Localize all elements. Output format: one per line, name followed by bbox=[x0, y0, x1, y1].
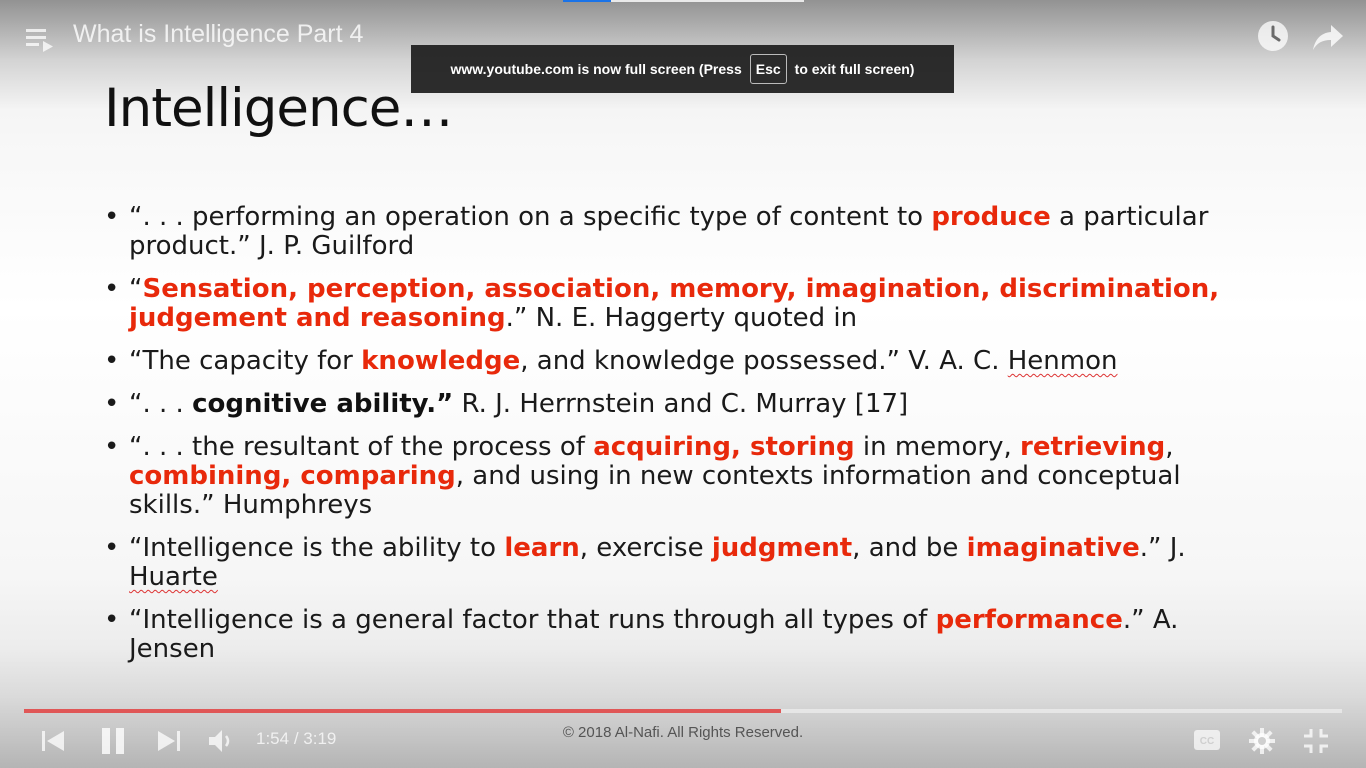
quote-text: “. . . the resultant of the process of bbox=[129, 432, 594, 462]
definitions-list: • “. . . performing an operation on a sp… bbox=[98, 203, 1238, 678]
captions-icon[interactable]: CC bbox=[1193, 729, 1221, 751]
fullscreen-notice: www.youtube.com is now full screen (Pres… bbox=[411, 45, 954, 93]
time-separator: / bbox=[293, 729, 299, 748]
gear-icon[interactable] bbox=[1248, 727, 1276, 755]
volume-icon[interactable] bbox=[207, 727, 237, 755]
time-current: 1:54 bbox=[256, 729, 290, 748]
time-total: 3:19 bbox=[303, 729, 337, 748]
quote-text: “The capacity for bbox=[129, 346, 362, 376]
highlight-term: learn bbox=[504, 533, 580, 563]
quote-text: , exercise bbox=[579, 533, 712, 563]
quote-text: .” N. E. Haggerty quoted in bbox=[505, 303, 858, 333]
page-loading-bar bbox=[563, 0, 804, 2]
bullet-glyph: • bbox=[104, 605, 120, 635]
bullet-glyph: • bbox=[104, 389, 120, 419]
slide-title: Intelligence… bbox=[104, 78, 453, 139]
fullscreen-notice-text: www.youtube.com is now full screen (Pres… bbox=[450, 61, 742, 77]
bullet-glyph: • bbox=[104, 202, 120, 232]
highlight-term: imaginative bbox=[966, 533, 1140, 563]
list-item: • “. . . cognitive ability.” R. J. Herrn… bbox=[98, 390, 1238, 419]
copyright-notice: © 2018 Al-Nafi. All Rights Reserved. bbox=[562, 724, 804, 741]
list-item: • “Intelligence is a general factor that… bbox=[98, 606, 1238, 664]
quote-text: “. . . bbox=[129, 389, 193, 419]
svg-text:CC: CC bbox=[1200, 736, 1214, 747]
highlight-term: combining, comparing bbox=[129, 461, 456, 491]
bullet-glyph: • bbox=[104, 274, 120, 304]
list-item: • “. . . the resultant of the process of… bbox=[98, 433, 1238, 520]
highlight-term: produce bbox=[931, 202, 1051, 232]
quote-text: , bbox=[1165, 432, 1174, 462]
clock-icon[interactable] bbox=[1256, 19, 1290, 53]
quote-text: “ bbox=[129, 274, 143, 304]
author-name: Henmon bbox=[1007, 346, 1118, 376]
fullscreen-notice-text-end: to exit full screen) bbox=[794, 61, 915, 77]
bullet-glyph: • bbox=[104, 533, 120, 563]
bullet-glyph: • bbox=[104, 432, 120, 462]
quote-text: “. . . performing an operation on a spec… bbox=[129, 202, 932, 232]
bullet-glyph: • bbox=[104, 346, 120, 376]
list-item: • “Intelligence is the ability to learn,… bbox=[98, 534, 1238, 592]
highlight-term: acquiring, storing bbox=[593, 432, 855, 462]
video-title[interactable]: What is Intelligence Part 4 bbox=[73, 20, 363, 49]
exit-fullscreen-icon[interactable] bbox=[1302, 727, 1330, 755]
list-item: • “Sensation, perception, association, m… bbox=[98, 275, 1238, 333]
esc-key-badge: Esc bbox=[749, 54, 787, 84]
highlight-term: judgment bbox=[711, 533, 853, 563]
quote-text: , and be bbox=[852, 533, 967, 563]
pause-icon[interactable] bbox=[100, 726, 126, 756]
skip-previous-icon[interactable] bbox=[40, 729, 66, 753]
quote-text: .” J. bbox=[1139, 533, 1186, 563]
page-loading-segment bbox=[563, 0, 611, 2]
highlight-term: knowledge bbox=[361, 346, 521, 376]
bold-term: cognitive ability.” bbox=[192, 389, 454, 419]
playlist-icon[interactable] bbox=[26, 26, 54, 52]
progress-bar[interactable] bbox=[24, 709, 1342, 713]
quote-text: R. J. Herrnstein and C. Murray [17] bbox=[453, 389, 909, 419]
highlight-term: retrieving bbox=[1020, 432, 1166, 462]
share-icon[interactable] bbox=[1312, 22, 1344, 52]
skip-next-icon[interactable] bbox=[156, 729, 182, 753]
progress-played bbox=[24, 709, 781, 713]
author-name: Huarte bbox=[129, 562, 218, 592]
quote-text: in memory, bbox=[854, 432, 1020, 462]
quote-text: , and knowledge possessed.” V. A. C. bbox=[520, 346, 1008, 376]
list-item: • “. . . performing an operation on a sp… bbox=[98, 203, 1238, 261]
time-display: 1:54 / 3:19 bbox=[256, 729, 336, 749]
quote-text: “Intelligence is a general factor that r… bbox=[129, 605, 936, 635]
quote-text: “Intelligence is the ability to bbox=[129, 533, 505, 563]
list-item: • “The capacity for knowledge, and knowl… bbox=[98, 347, 1238, 376]
highlight-term: performance bbox=[935, 605, 1123, 635]
